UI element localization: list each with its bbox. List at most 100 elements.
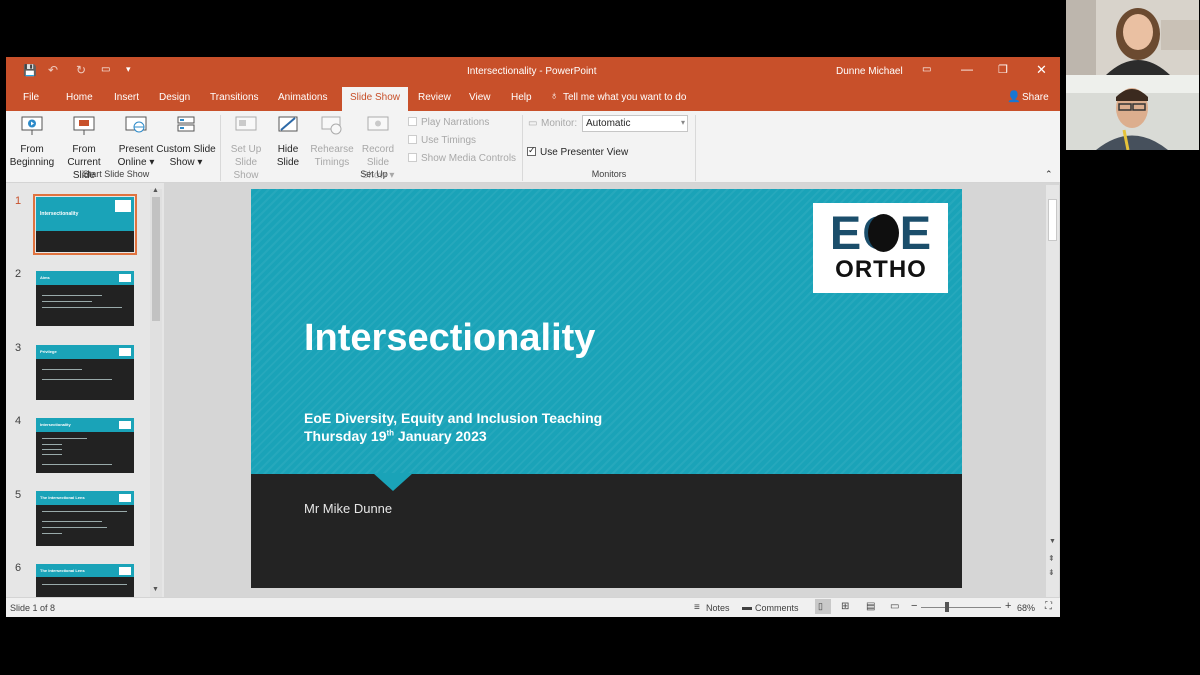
collapse-ribbon-icon[interactable]: ⌃ xyxy=(1045,169,1053,180)
current-slide[interactable]: EOE ORTHO Intersectionality EoE Diversit… xyxy=(251,189,962,588)
next-slide-icon[interactable]: ⇟ xyxy=(1048,568,1055,577)
thumb-number: 1 xyxy=(15,195,22,207)
slide-thumbnail-2[interactable]: Aims xyxy=(36,271,134,326)
slide-scrollbar[interactable]: ▼ ⇞ ⇟ xyxy=(1046,185,1059,597)
undo-icon[interactable]: ↶ xyxy=(48,63,58,77)
scroll-down-icon[interactable]: ▼ xyxy=(152,586,159,593)
eoe-ortho-logo: EOE ORTHO xyxy=(813,203,948,293)
user-name[interactable]: Dunne Michael xyxy=(836,66,903,77)
use-presenter-view-checkbox[interactable]: ✓ Use Presenter View xyxy=(527,145,629,158)
ribbon-display-icon[interactable]: ▭ xyxy=(922,64,931,75)
thumb-logo xyxy=(119,348,131,356)
slide-show-view-icon[interactable]: ▭ xyxy=(890,601,899,612)
slide-thumbnail-6[interactable]: The Intersectional Lens xyxy=(36,564,134,597)
scrollbar-thumb[interactable] xyxy=(152,197,160,321)
thumb-text-line xyxy=(42,521,102,522)
zoom-in-icon[interactable]: + xyxy=(1005,600,1011,612)
share-button[interactable]: Share xyxy=(1022,92,1049,103)
checkmark-icon: ✓ xyxy=(528,145,536,155)
thumb-number: 2 xyxy=(15,268,22,280)
slide-thumbnail-1[interactable]: Intersectionality xyxy=(33,194,137,255)
slide-thumbnail-4[interactable]: Intersectionality xyxy=(36,418,134,473)
thumb-text-line xyxy=(42,301,92,302)
thumb-logo xyxy=(119,567,131,575)
thumb-text-line xyxy=(42,444,62,445)
tab-help[interactable]: Help xyxy=(511,92,532,103)
use-timings-checkbox[interactable]: Use Timings xyxy=(408,135,476,146)
thumb-text-line xyxy=(42,369,82,370)
zoom-slider[interactable] xyxy=(921,607,1001,608)
custom-slide-show-button[interactable]: Custom Slide Show ▾ xyxy=(156,115,216,169)
maximize-icon[interactable]: ❐ xyxy=(998,63,1008,76)
scroll-up-icon[interactable]: ▲ xyxy=(152,187,159,194)
tab-animations[interactable]: Animations xyxy=(278,92,327,103)
thumb-number: 3 xyxy=(15,342,22,354)
presenter-view-label: Use Presenter View xyxy=(540,147,629,158)
slide-thumbnail-5[interactable]: The Intersectional Lens xyxy=(36,491,134,546)
reading-view-icon[interactable]: ▤ xyxy=(866,601,875,612)
thumbnails-scrollbar[interactable]: ▲ ▼ xyxy=(150,187,162,597)
comments-icon: ▬ xyxy=(742,602,752,613)
slideshow-current-icon xyxy=(73,116,95,135)
date-prefix: Thursday 19 xyxy=(304,428,387,444)
checkbox-checked: ✓ xyxy=(527,145,536,156)
tell-me-search[interactable]: Tell me what you want to do xyxy=(563,92,686,103)
tab-view[interactable]: View xyxy=(469,92,491,103)
show-media-controls-checkbox[interactable]: Show Media Controls xyxy=(408,153,516,164)
tab-file[interactable]: File xyxy=(23,92,39,103)
tab-design[interactable]: Design xyxy=(159,92,190,103)
monitor-label: Monitor: xyxy=(541,118,578,129)
scroll-down-icon[interactable]: ▼ xyxy=(1049,538,1056,545)
group-monitors: Monitors xyxy=(591,169,627,179)
hide-slide-button[interactable]: Hide Slide xyxy=(270,115,306,169)
tab-insert[interactable]: Insert xyxy=(114,92,139,103)
play-narrations-checkbox[interactable]: Play Narrations xyxy=(408,117,489,128)
previous-slide-icon[interactable]: ⇞ xyxy=(1048,554,1055,563)
zoom-slider-handle[interactable] xyxy=(945,602,949,612)
present-online-label-2: Online ▾ xyxy=(117,157,155,168)
tab-transitions[interactable]: Transitions xyxy=(210,92,259,103)
thumb-title: Intersectionality xyxy=(40,422,71,427)
monitor-select[interactable]: Automatic ▾ xyxy=(582,115,688,132)
slideshow-start-icon xyxy=(21,116,43,135)
close-icon[interactable]: ✕ xyxy=(1036,62,1047,78)
zoom-out-icon[interactable]: − xyxy=(911,600,917,612)
minimize-icon[interactable]: — xyxy=(961,62,973,76)
slide-footer-band xyxy=(251,474,962,588)
thumb-logo xyxy=(119,274,131,282)
save-icon[interactable]: 💾 xyxy=(23,64,37,77)
thumb-text-line xyxy=(42,379,112,380)
hide-slide-icon xyxy=(278,116,298,132)
setup-label-1: Set Up xyxy=(230,144,262,155)
thumb-number: 4 xyxy=(15,415,22,427)
fit-to-window-icon[interactable]: ⛶ xyxy=(1045,601,1052,612)
zoom-level[interactable]: 68% xyxy=(1017,603,1035,613)
thumb-logo xyxy=(119,494,131,502)
redo-icon[interactable]: ↻ xyxy=(76,63,86,77)
thumb-text-line xyxy=(42,527,107,528)
record-label-1: Record Slide xyxy=(361,144,395,168)
tab-slide-show[interactable]: Slide Show xyxy=(342,87,408,111)
notes-button[interactable]: Notes xyxy=(706,603,730,613)
scrollbar-thumb[interactable] xyxy=(1048,199,1057,241)
present-from-start-icon[interactable]: ▭ xyxy=(101,64,110,75)
tab-home[interactable]: Home xyxy=(66,92,93,103)
slide-sorter-icon[interactable]: ⊞ xyxy=(841,601,849,612)
rehearse-timings-button[interactable]: Rehearse Timings xyxy=(308,115,356,169)
title-bar: 💾 ↶ ↻ ▭ ▾ Intersectionality - PowerPoint… xyxy=(6,57,1060,85)
ribbon-separator xyxy=(522,115,523,181)
comments-button[interactable]: Comments xyxy=(755,603,799,613)
tab-review[interactable]: Review xyxy=(418,92,451,103)
from-beginning-button[interactable]: From Beginning xyxy=(8,115,56,169)
thumb-number: 5 xyxy=(15,489,22,501)
participant-video-2 xyxy=(1066,75,1199,150)
slide-title: Intersectionality xyxy=(304,317,596,359)
present-online-button[interactable]: Present Online ▾ xyxy=(116,115,156,169)
checkbox-box xyxy=(408,117,417,126)
play-narrations-label: Play Narrations xyxy=(421,117,490,128)
customize-toolbar-icon[interactable]: ▾ xyxy=(126,64,131,75)
slide-thumbnail-3[interactable]: Privilege xyxy=(36,345,134,400)
custom-show-label-2: Show ▾ xyxy=(169,157,203,168)
slide-counter: Slide 1 of 8 xyxy=(10,603,56,613)
custom-show-icon xyxy=(177,116,195,132)
